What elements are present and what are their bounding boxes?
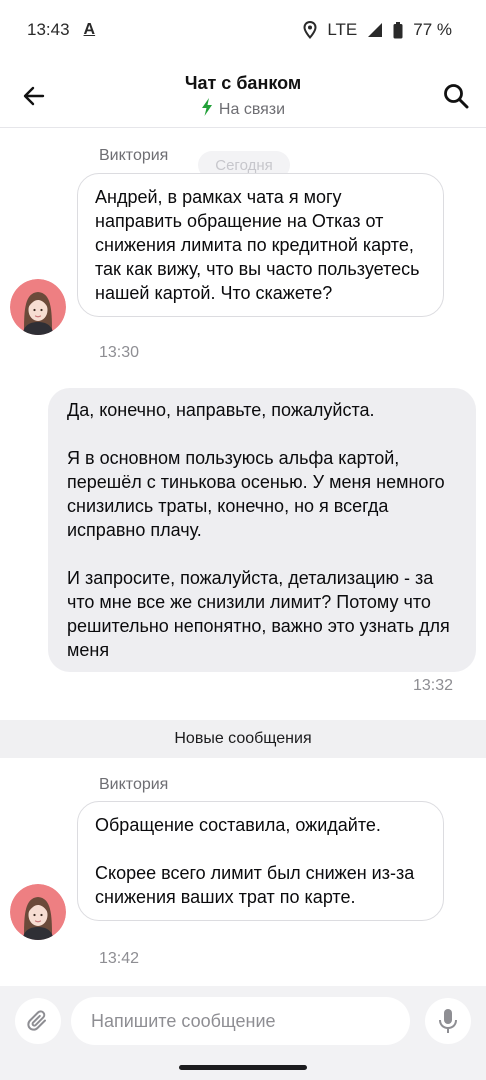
new-messages-label: Новые сообщения [174, 730, 312, 747]
message-composer [0, 986, 486, 1056]
incoming-message-bubble[interactable]: Обращение составила, ожидайте. Скорее вс… [77, 801, 444, 921]
chat-header: Чат с банком На связи [0, 60, 486, 128]
attach-button[interactable] [15, 998, 61, 1044]
search-button[interactable] [440, 80, 472, 112]
chat-area[interactable]: Виктория Сегодня Андрей, в рамках чата я… [0, 129, 486, 986]
paperclip-icon [27, 1010, 46, 1031]
microphone-button[interactable] [425, 998, 471, 1044]
message-sender: Виктория [99, 147, 169, 164]
signal-icon [367, 22, 383, 38]
search-icon [444, 84, 469, 109]
network-type: LTE [327, 20, 358, 39]
message-sender: Виктория [99, 776, 169, 793]
status-bar: 13:43 A LTE 77 % [0, 0, 486, 60]
message-input[interactable] [71, 997, 410, 1045]
online-status-label: На связи [218, 100, 286, 118]
new-messages-divider: Новые сообщения [0, 720, 486, 758]
online-status: На связи [0, 98, 486, 121]
avatar-woman-icon [10, 279, 66, 335]
message-time: 13:32 [412, 677, 453, 694]
avatar[interactable] [10, 884, 66, 940]
battery-icon [393, 21, 403, 39]
incoming-message-bubble[interactable]: Андрей, в рамках чата я могу направить о… [77, 173, 444, 317]
lightning-icon [201, 98, 213, 121]
location-icon [303, 21, 317, 39]
microphone-icon [439, 1009, 457, 1033]
avatar-woman-icon [10, 884, 66, 940]
battery-level: 77 % [413, 20, 452, 39]
status-left: 13:43 A [27, 20, 95, 40]
avatar[interactable] [10, 279, 66, 335]
home-indicator[interactable] [179, 1065, 307, 1070]
system-navigation-bar [0, 1056, 486, 1080]
page-title: Чат с банком [184, 73, 302, 93]
app-indicator-icon: A [83, 21, 96, 38]
status-time: 13:43 [27, 20, 70, 39]
status-right: LTE 77 % [303, 20, 452, 40]
message-time: 13:42 [99, 950, 140, 967]
outgoing-message-bubble[interactable]: Да, конечно, направьте, пожалуйста. Я в … [48, 388, 476, 672]
message-time: 13:30 [99, 344, 140, 361]
